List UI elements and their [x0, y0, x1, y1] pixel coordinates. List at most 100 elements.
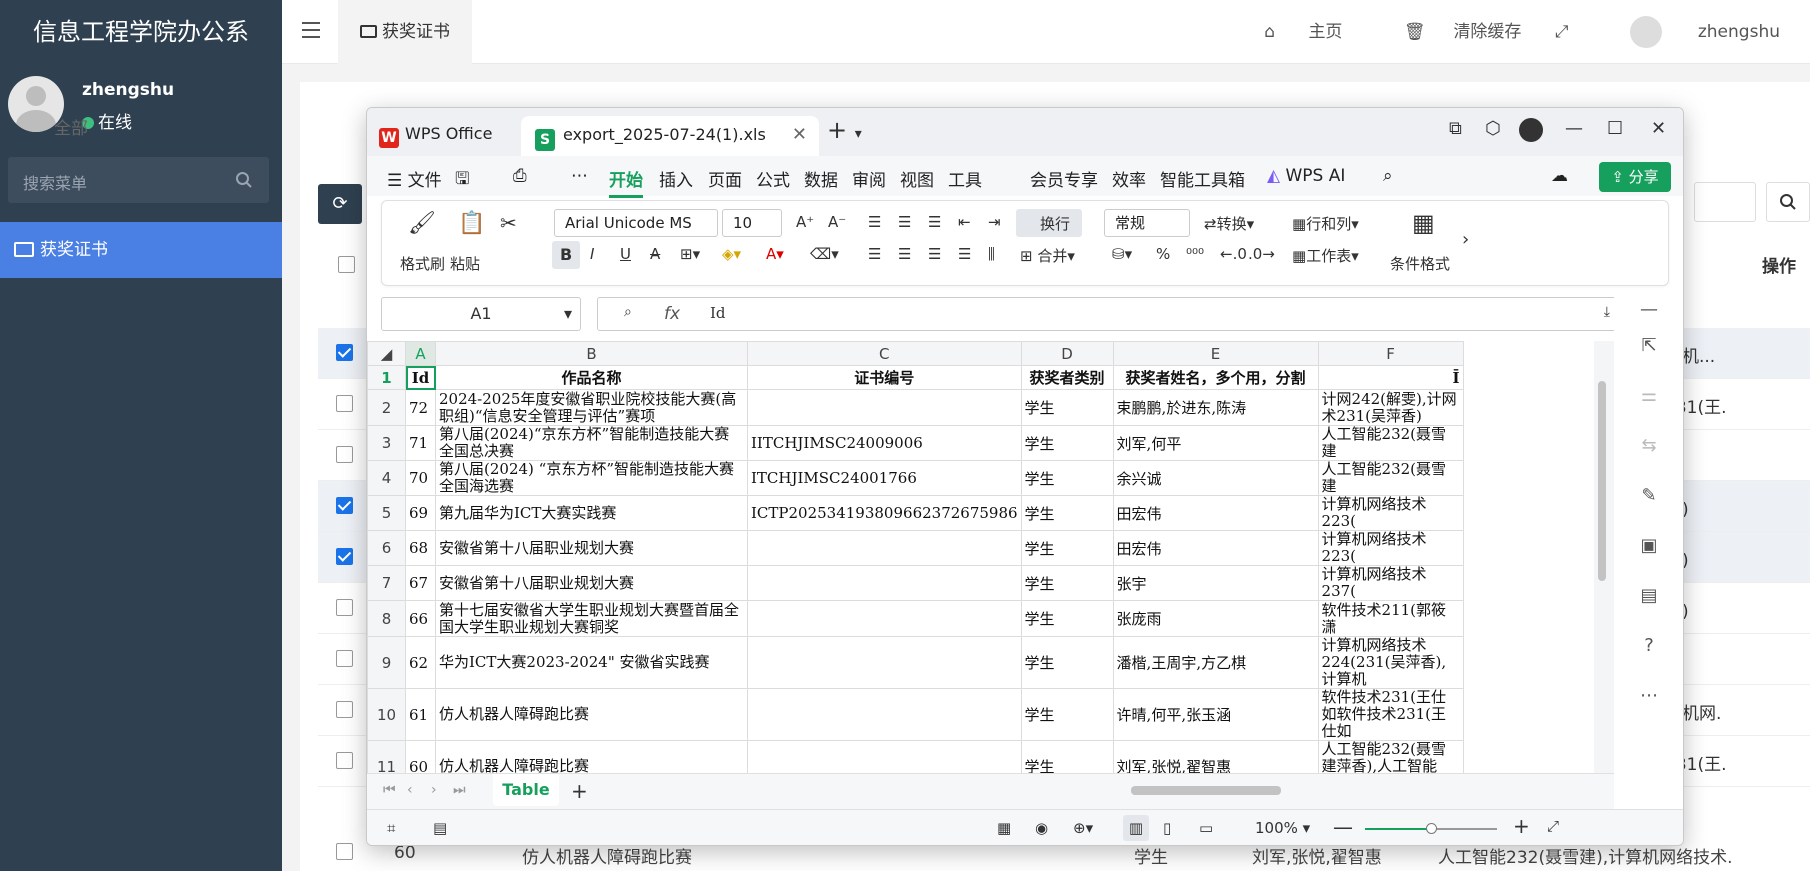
wrap-text-button[interactable]: 换行 — [1016, 209, 1082, 237]
cell-names[interactable]: 刘军,张悦,翟智惠 — [1112, 740, 1319, 773]
page-break-view-icon[interactable]: ▯ — [1163, 819, 1171, 837]
cell-class[interactable]: 人工智能232(聂雪建萍香),人工智能232( — [1317, 740, 1464, 773]
row-col-button[interactable]: ▦行和列▾ — [1292, 213, 1359, 234]
cell-names[interactable]: 张宇 — [1112, 565, 1319, 601]
paste-button[interactable]: 粘贴 — [450, 253, 480, 274]
menu-efficiency[interactable]: 效率 — [1112, 166, 1146, 191]
menu-wps-ai[interactable]: ◭ WPS AI — [1267, 166, 1345, 186]
tab-file[interactable]: Sexport_2025-07-24(1).xls ✕ — [521, 116, 819, 156]
cell-type[interactable]: 学生 — [1020, 495, 1114, 531]
font-shrink-icon[interactable]: A⁻ — [828, 213, 846, 231]
print-icon[interactable]: ⎙ — [513, 166, 527, 186]
row-header[interactable]: 2 — [367, 389, 406, 426]
help-icon[interactable]: ? — [1639, 635, 1659, 656]
refresh-button[interactable]: ⟳ — [318, 184, 362, 224]
row-header[interactable]: 8 — [367, 600, 406, 637]
align-left-icon[interactable]: ☰ — [868, 245, 881, 263]
row-checkbox[interactable] — [336, 548, 353, 565]
ribbon-next-icon[interactable]: › — [1462, 229, 1469, 250]
cell-names[interactable]: 张庞雨 — [1112, 600, 1319, 637]
row-checkbox[interactable] — [336, 843, 353, 860]
currency-icon[interactable]: ⛁▾ — [1112, 245, 1132, 263]
cut-icon[interactable]: ✂ — [500, 211, 517, 235]
cell-id[interactable]: 68 — [405, 530, 436, 566]
conditional-format-icon[interactable]: ▦ — [1412, 209, 1435, 237]
scroll-thumb[interactable] — [1598, 381, 1606, 581]
format-painter-button[interactable]: 格式刷 — [400, 253, 445, 274]
transform-icon[interactable]: ⇆ — [1639, 435, 1659, 456]
align-top-icon[interactable]: ☰ — [868, 213, 881, 231]
share-button[interactable]: ⇪ 分享 — [1599, 162, 1671, 192]
cell-header[interactable]: Ī — [1317, 365, 1464, 390]
tab-certificates[interactable]: 获奖证书 — [338, 0, 472, 64]
home-link[interactable]: ⌂ 主页 — [1236, 22, 1342, 42]
cube-icon[interactable]: ⬡ — [1485, 118, 1501, 139]
add-sheet-icon[interactable]: + — [571, 779, 588, 803]
cell-id[interactable]: 67 — [405, 565, 436, 601]
select-all-corner[interactable]: ◢ — [367, 341, 406, 366]
cell-names[interactable]: 潘楷,王周宇,方乙棋 — [1112, 636, 1319, 689]
row-header[interactable]: 1 — [367, 365, 406, 390]
sheet-tab-table[interactable]: Table — [493, 774, 559, 806]
page-icon[interactable]: ▤ — [433, 819, 447, 837]
row-header[interactable]: 5 — [367, 495, 406, 531]
row-header[interactable]: 11 — [367, 740, 406, 773]
horizontal-scrollbar[interactable] — [1131, 786, 1281, 795]
tab-list-icon[interactable]: ⧉ — [1449, 118, 1462, 139]
sidebar-item-certificates[interactable]: 获奖证书 — [0, 222, 282, 278]
indent-increase-icon[interactable]: ⇥ — [988, 213, 1001, 231]
column-header[interactable]: B — [435, 341, 748, 366]
cell-id[interactable]: 61 — [405, 688, 436, 741]
cell-name[interactable]: 华为ICT大赛2023-2024" 安徽省实践赛 — [435, 636, 748, 689]
spreadsheet-grid[interactable]: ◢ A B C D E F 1 Id 作品名称 证书编号 获奖者类别 获奖者姓名… — [367, 341, 1594, 773]
cell-code[interactable]: IITCHJIMSC24009006 — [747, 425, 1022, 461]
conditional-format-button[interactable]: 条件格式 — [1390, 253, 1450, 274]
row-checkbox[interactable] — [336, 497, 353, 514]
cell-name[interactable]: 第八届(2024) “京东方杯”智能制造技能大赛全国海选赛 — [435, 460, 748, 496]
italic-button[interactable]: I — [590, 245, 594, 263]
decimal-increase-icon[interactable]: ←.0 — [1220, 245, 1247, 263]
cell-code[interactable] — [747, 740, 1022, 773]
clear-cache-link[interactable]: 🗑 清除缓存 — [1376, 22, 1522, 42]
row-header[interactable]: 4 — [367, 460, 406, 496]
underline-button[interactable]: U — [620, 245, 631, 263]
cell-id[interactable]: 69 — [405, 495, 436, 531]
cell-type[interactable]: 学生 — [1020, 740, 1114, 773]
page-layout-view-icon[interactable]: ▭ — [1199, 819, 1213, 837]
row-checkbox[interactable] — [336, 599, 353, 616]
merge-button[interactable]: ⊞ 合并▾ — [1020, 245, 1075, 266]
cell-class[interactable]: 计算机网络技术224(231(吴萍香),计算机 — [1317, 636, 1464, 689]
align-middle-icon[interactable]: ☰ — [898, 213, 911, 231]
vertical-scrollbar[interactable] — [1594, 341, 1614, 773]
select-all-checkbox[interactable] — [338, 256, 355, 273]
paste-icon[interactable]: 📋 — [458, 211, 485, 236]
menu-file[interactable]: ☰ 文件 — [387, 166, 442, 191]
cell-a1[interactable]: Id — [405, 365, 436, 390]
cell-header[interactable]: 作品名称 — [435, 365, 748, 390]
image-icon[interactable]: ▣ — [1639, 535, 1659, 556]
cell-id[interactable]: 71 — [405, 425, 436, 461]
prev-sheet-icon[interactable]: ‹ — [407, 782, 413, 798]
cell-code[interactable] — [747, 389, 1022, 426]
row-checkbox[interactable] — [336, 395, 353, 412]
cell-class[interactable]: 软件技术231(王仕如软件技术231(王仕如 — [1317, 688, 1464, 741]
cell-class[interactable]: 软件技术211(郭筱潇 — [1317, 600, 1464, 637]
cell-names[interactable]: 余兴诚 — [1112, 460, 1319, 496]
cell-code[interactable] — [747, 600, 1022, 637]
align-right-icon[interactable]: ☰ — [928, 245, 941, 263]
cell-names[interactable]: 刘军,何平 — [1112, 425, 1319, 461]
cell-name[interactable]: 仿人机器人障碍跑比赛 — [435, 688, 748, 741]
row-header[interactable]: 3 — [367, 425, 406, 461]
close-tab-icon[interactable]: ✕ — [792, 116, 807, 154]
cell-id[interactable]: 66 — [405, 600, 436, 637]
cell-type[interactable]: 学生 — [1020, 565, 1114, 601]
row-checkbox[interactable] — [336, 650, 353, 667]
name-box[interactable]: A1 ▾ — [381, 297, 581, 331]
clear-format-icon[interactable]: ⌫▾ — [810, 245, 839, 263]
bold-button[interactable]: B — [552, 241, 580, 269]
cloud-upload-icon[interactable]: ☁ — [1551, 166, 1568, 186]
user-menu[interactable]: zhengshu — [1602, 16, 1780, 48]
row-header[interactable]: 6 — [367, 530, 406, 566]
new-tab-icon[interactable]: + ▾ — [827, 116, 862, 144]
cell-code[interactable] — [747, 636, 1022, 689]
